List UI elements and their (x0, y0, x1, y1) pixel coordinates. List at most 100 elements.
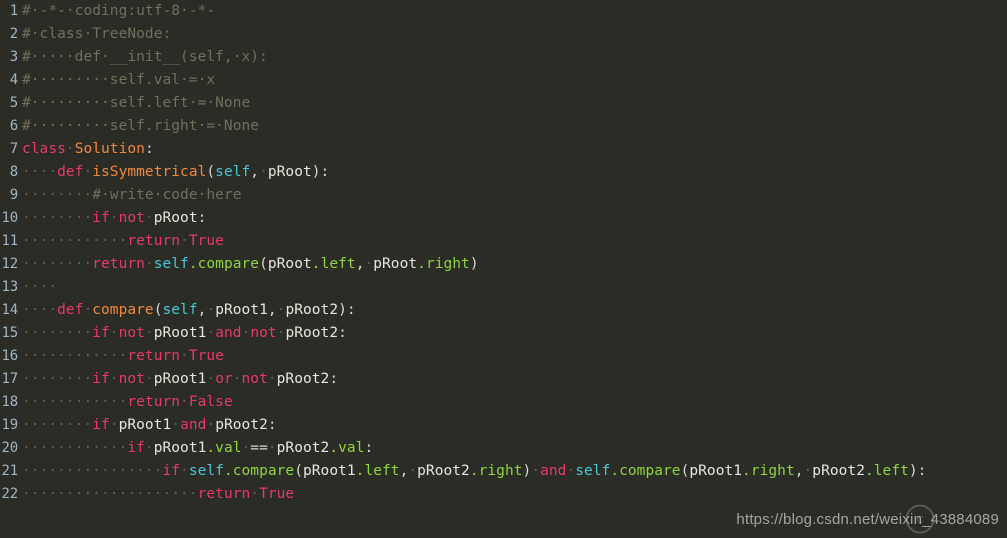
token-ws: ········ (22, 325, 93, 341)
code-line[interactable]: 19 ········if·pRoot1·and·pRoot2: (0, 414, 1007, 437)
code-line[interactable]: 2 #·class·TreeNode: (0, 23, 1007, 46)
line-number: 12 (1, 256, 19, 272)
token-ws: · (364, 256, 374, 272)
code-line[interactable]: 13 ···· (0, 276, 1007, 299)
token-kw: and (215, 325, 242, 341)
code-line[interactable]: 20 ············if·pRoot1.val·==·pRoot2.va… (0, 437, 1007, 460)
token-self: self (162, 302, 198, 318)
code-line[interactable]: 10 ········if·not·pRoot: (0, 207, 1007, 230)
token-attr: . (188, 256, 198, 272)
token-ws: · (109, 325, 119, 341)
token-ws: · (206, 417, 216, 433)
code-line[interactable]: 9 ········#·write·code·here (0, 184, 1007, 207)
code-line[interactable]: 22 ····················return·True (0, 483, 1007, 506)
token-kw: def (57, 302, 84, 318)
code-line[interactable]: 5 #·········self.left·=·None (0, 92, 1007, 115)
line-number: 17 (1, 371, 19, 387)
code-line-content[interactable]: class·Solution: (18, 138, 154, 161)
code-line[interactable]: 3 #·····def·__init__(self,·x): (0, 46, 1007, 69)
code-line-content[interactable]: #·········self.val·=·x (18, 69, 215, 92)
code-line[interactable]: 8 ····def·isSymmetrical(self,·pRoot): (0, 161, 1007, 184)
token-ws: ················ (22, 463, 163, 479)
token-self: self (575, 463, 611, 479)
token-def: isSymmetrical (92, 164, 207, 180)
code-line[interactable]: 12 ········return·self.compare(pRoot.left… (0, 253, 1007, 276)
code-line-content[interactable]: ················if·self.compare(pRoot1.l… (18, 460, 926, 483)
token-id: pRoot2 (276, 440, 330, 456)
code-line[interactable]: 16 ············return·True (0, 345, 1007, 368)
token-kw: if (92, 325, 110, 341)
token-kw: if (162, 463, 181, 479)
token-ws: · (83, 164, 93, 180)
token-attr: . (329, 440, 339, 456)
token-attr: val (215, 440, 242, 456)
token-id: pRoot1 (153, 440, 207, 456)
token-com: ·········self.left·=·None (30, 95, 251, 111)
code-line-content[interactable]: ········return·self.compare(pRoot.left,·… (18, 253, 479, 276)
token-kw: return (92, 256, 145, 272)
code-editor[interactable]: 1 #·-*-·coding:utf-8·-*- 2 #·class·TreeNode… (0, 0, 1007, 538)
code-line-content[interactable]: #·········self.left·=·None (18, 92, 250, 115)
code-line[interactable]: 1 #·-*-·coding:utf-8·-*- (0, 0, 1007, 23)
line-number: 22 (1, 486, 19, 502)
token-punc: : (338, 325, 347, 341)
code-line-content[interactable]: ········if·not·pRoot1·or·not·pRoot2: (18, 368, 338, 391)
code-line-content[interactable]: ········if·not·pRoot1·and·not·pRoot2: (18, 322, 347, 345)
token-com: # (22, 26, 31, 42)
code-line-content[interactable]: #·····def·__init__(self,·x): (18, 46, 268, 69)
token-com: # (22, 3, 31, 19)
token-id: pRoot1 (689, 463, 743, 479)
token-id: pRoot (267, 256, 312, 272)
token-id: pRoot (153, 210, 198, 226)
code-line-content[interactable]: ············return·True (18, 345, 224, 368)
token-kw: def (57, 164, 84, 180)
token-punc: ): (338, 302, 356, 318)
token-com: # (22, 118, 31, 134)
token-kw: True (188, 233, 224, 249)
line-number: 20 (1, 440, 19, 456)
token-id: pRoot2 (276, 371, 330, 387)
code-line-content[interactable]: ····················return·True (18, 483, 294, 506)
token-ws: · (206, 371, 216, 387)
token-self: self (188, 463, 224, 479)
token-kw: False (188, 394, 233, 410)
token-ws: · (109, 417, 119, 433)
code-line-content[interactable]: ············return·False (18, 391, 233, 414)
line-number: 10 (1, 210, 19, 226)
token-id: pRoot2 (417, 463, 470, 479)
token-ws: · (232, 371, 242, 387)
token-ws: · (109, 210, 119, 226)
code-line[interactable]: 6 #·········self.right·=·None (0, 115, 1007, 138)
token-attr: . (610, 463, 620, 479)
token-attr: right (425, 256, 470, 272)
code-line-content[interactable]: #·class·TreeNode: (18, 23, 171, 46)
code-line[interactable]: 17 ········if·not·pRoot1·or·not·pRoot2: (0, 368, 1007, 391)
code-line-content[interactable]: ····def·compare(self,·pRoot1,·pRoot2): (18, 299, 356, 322)
code-line-content[interactable]: ············if·pRoot1.val·==·pRoot2.val: (18, 437, 373, 460)
code-line[interactable]: 7 class·Solution: (0, 138, 1007, 161)
token-ws: · (180, 233, 189, 249)
code-line-content[interactable]: ············return·True (18, 230, 224, 253)
token-attr: . (206, 440, 216, 456)
code-line[interactable]: 4 #·········self.val·=·x (0, 69, 1007, 92)
token-ws: · (144, 371, 154, 387)
code-line-content[interactable]: ····def·isSymmetrical(self,·pRoot): (18, 161, 329, 184)
code-line-content[interactable]: ···· (18, 276, 57, 299)
token-kw: if (92, 417, 110, 433)
token-ws: · (180, 348, 189, 364)
code-line[interactable]: 14 ····def·compare(self,·pRoot1,·pRoot2): (0, 299, 1007, 322)
code-line[interactable]: 15 ········if·not·pRoot1·and·not·pRoot2: (0, 322, 1007, 345)
code-lines-container[interactable]: 1 #·-*-·coding:utf-8·-*- 2 #·class·TreeNode… (0, 0, 1007, 506)
code-line-content[interactable]: #·-*-·coding:utf-8·-*- (18, 0, 215, 23)
code-line-content[interactable]: ········if·pRoot1·and·pRoot2: (18, 414, 277, 437)
code-line-content[interactable]: #·········self.right·=·None (18, 115, 259, 138)
token-com: ·write·code·here (101, 187, 242, 203)
line-number: 18 (1, 394, 19, 410)
code-line[interactable]: 18 ············return·False (0, 391, 1007, 414)
token-ws: ········ (22, 256, 93, 272)
code-line[interactable]: 11 ············return·True (0, 230, 1007, 253)
code-line-content[interactable]: ········#·write·code·here (18, 184, 242, 207)
code-line[interactable]: 21 ················if·self.compare(pRoot1… (0, 460, 1007, 483)
code-line-content[interactable]: ········if·not·pRoot: (18, 207, 206, 230)
token-ws: · (144, 325, 154, 341)
